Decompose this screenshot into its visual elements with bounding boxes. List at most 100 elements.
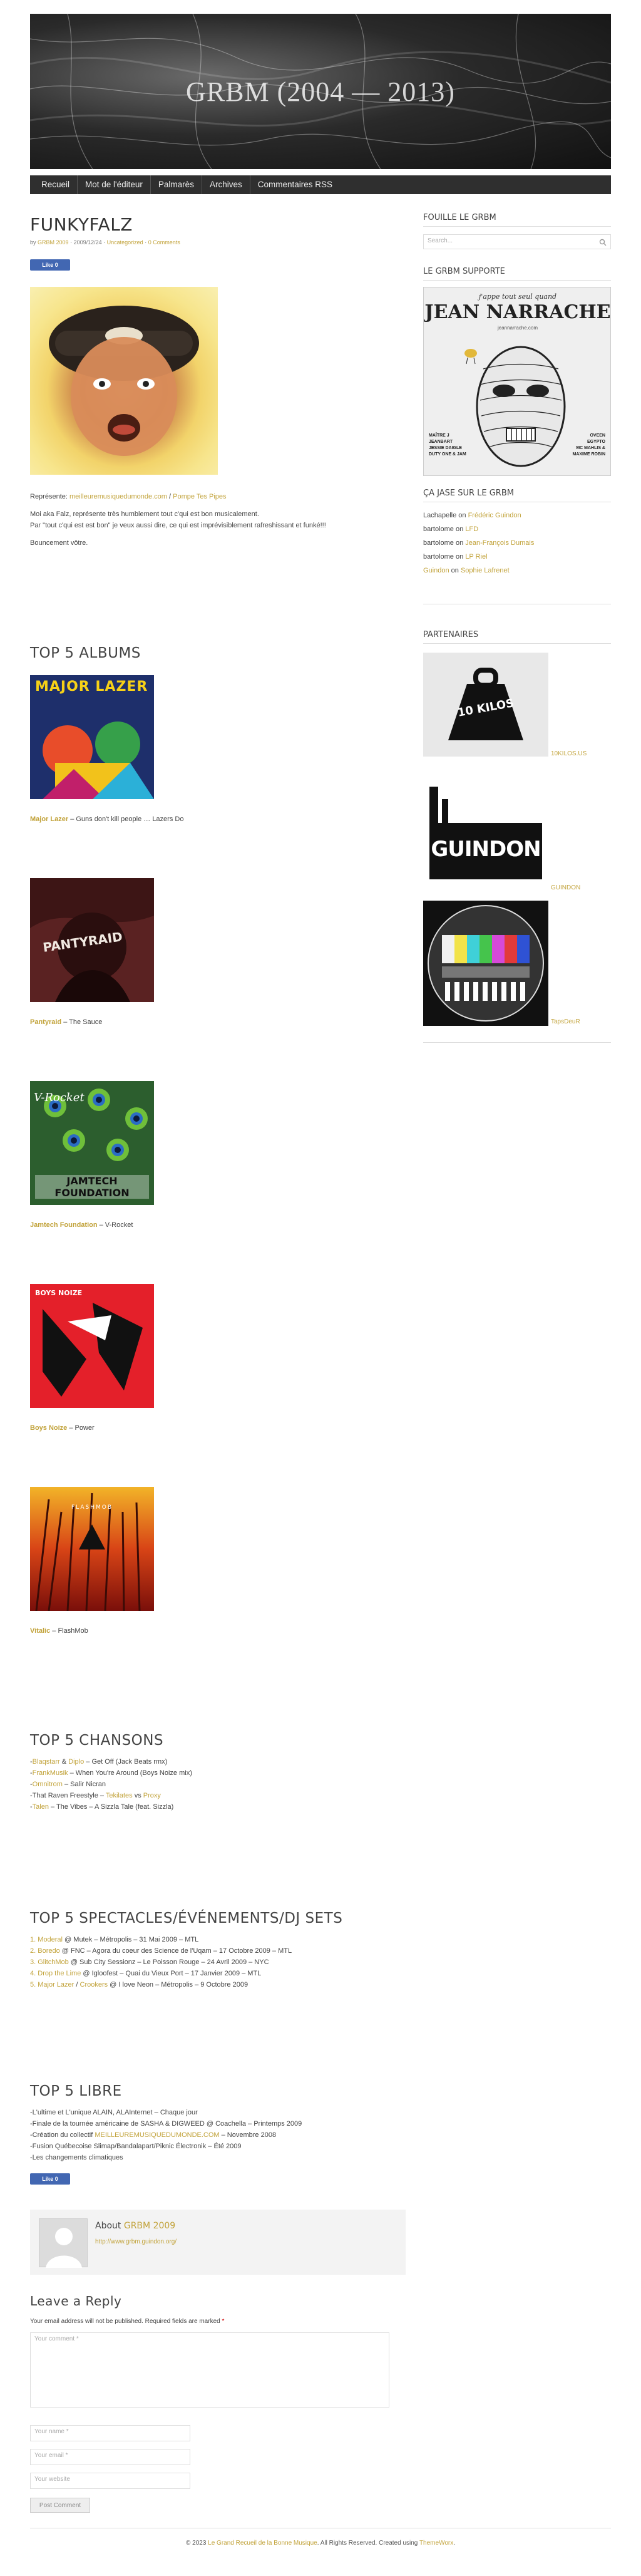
song-artist-link[interactable]: Proxy [143, 1792, 161, 1799]
show-artist-link[interactable]: Moderal [38, 1936, 63, 1943]
nav-item-commentaires-rss[interactable]: Commentaires RSS [250, 175, 340, 194]
libre-item-1: -L'ultime et L'unique ALAIN, ALAInternet… [30, 2109, 198, 2116]
show-artist-link[interactable]: Crookers [80, 1981, 108, 1989]
search-placeholder: Search... [428, 237, 453, 244]
song-item-3: -Omnitrom – Salir Nicran [30, 1781, 106, 1788]
boys-noize-cover-text: BOYS NOIZE [35, 1289, 83, 1297]
album-artist-link-2[interactable]: Pantyraid [30, 1018, 61, 1026]
poster-artists-right: OVEEN EGYPTO MC MAHLIS & MAXIME ROBIN [572, 433, 606, 457]
default-avatar-icon [46, 2228, 82, 2268]
partner-link-guindon[interactable]: GUINDON [551, 884, 580, 891]
comment-post-link[interactable]: Frédéric Guindon [468, 512, 521, 519]
partner-link-10kilos[interactable]: 10KILOS.US [551, 750, 587, 757]
album-cover-jamtech[interactable]: V-Rocket JAMTECH FOUNDATION [30, 1081, 154, 1205]
comment-textarea[interactable]: Your comment * [30, 2332, 389, 2408]
facebook-like-button-bottom[interactable]: Like 0 [30, 2173, 70, 2185]
main-navigation: Recueil Mot de l'éditeur Palmarès Archiv… [30, 175, 611, 194]
song-artist-link[interactable]: Tekilates [106, 1792, 133, 1799]
name-input[interactable]: Your name * [30, 2425, 190, 2441]
top-shows-heading: TOP 5 SPECTACLES/ÉVÉNEMENTS/DJ SETS [30, 1910, 343, 1927]
nav-item-mot-editeur[interactable]: Mot de l'éditeur [78, 175, 151, 194]
album-cover-major-lazer[interactable]: MAJOR LAZER [30, 675, 154, 799]
link-meilleuremusique[interactable]: meilleuremusiquedumonde.com [69, 493, 167, 500]
album-artist-link-5[interactable]: Vitalic [30, 1627, 50, 1635]
header-banner[interactable]: GRBM (2004 — 2013) [30, 14, 611, 169]
guindon-logo-text: GUINDON [431, 837, 541, 862]
post-meta: by GRBM 2009 · 2009/12/24 · Uncategorize… [30, 239, 180, 246]
nav-item-palmares[interactable]: Palmarès [151, 175, 202, 194]
show-artist-link[interactable]: Drop the Lime [38, 1970, 81, 1977]
author-heading: About GRBM 2009 [95, 2221, 175, 2231]
search-icon[interactable] [599, 239, 607, 246]
libre-item-4: -Fusion Québecoise Slimap/Bandalapart/Pi… [30, 2143, 242, 2150]
post-photo [30, 287, 218, 475]
top-albums-heading: TOP 5 ALBUMS [30, 645, 141, 661]
meta-by: by [30, 239, 36, 246]
author-url-link[interactable]: http://www.grbm.guindon.org/ [95, 2238, 177, 2245]
footer-theme-link[interactable]: ThemeWorx [419, 2540, 453, 2547]
song-item-2: -FrankMusik – When You're Around (Boys N… [30, 1769, 192, 1777]
album-caption-3: Jamtech Foundation – V-Rocket [30, 1221, 133, 1229]
flashmob-cover-text: FLASHMOB [71, 1504, 113, 1511]
show-artist-link[interactable]: Major Lazer [38, 1981, 74, 1989]
show-artist-link[interactable]: Boredo [38, 1947, 59, 1955]
partner-logo-guindon[interactable]: GUINDON [423, 774, 548, 883]
reply-note: Your email address will not be published… [30, 2316, 224, 2327]
meta-category-link[interactable]: Uncategorized [107, 239, 143, 246]
meta-comments-link[interactable]: 0 Comments [148, 239, 180, 246]
facebook-like-button[interactable]: Like 0 [30, 259, 70, 271]
like-label: Like 0 [42, 2176, 58, 2182]
post-title[interactable]: FUNKYFALZ [30, 214, 133, 235]
libre-link-meilleuremusique[interactable]: MEILLEUREMUSIQUEDUMONDE.COM [95, 2131, 219, 2139]
nav-item-recueil[interactable]: Recueil [34, 175, 78, 194]
libre-item-5: -Les changements climatiques [30, 2154, 123, 2161]
song-artist-link[interactable]: Blaqstarr [33, 1758, 60, 1766]
partner-logo-tapsdeur[interactable] [423, 901, 548, 1026]
like-label: Like 0 [42, 262, 58, 268]
album-cover-pantyraid[interactable]: PANTYRAID [30, 878, 154, 1002]
represente-line: Représente: meilleuremusiquedumonde.com … [30, 491, 227, 502]
partner-link-tapsdeur[interactable]: TapsDeuR [551, 1018, 580, 1025]
show-artist-link[interactable]: GlitchMob [38, 1958, 69, 1966]
partner-logo-10kilos[interactable]: 10 KILOS [423, 653, 548, 757]
comment-author-link[interactable]: Guindon [423, 567, 449, 574]
footer-site-link[interactable]: Le Grand Recueil de la Bonne Musique [208, 2540, 317, 2547]
link-pompe-tes-pipes[interactable]: Pompe Tes Pipes [173, 493, 226, 500]
song-item-4: -That Raven Freestyle – Tekilates vs Pro… [30, 1792, 161, 1799]
recent-comment-3: bartolome on Jean-François Dumais [423, 539, 535, 547]
sidebar-supporte-title: LE GRBM SUPPORTE [423, 267, 611, 281]
site-title[interactable]: GRBM (2004 — 2013) [30, 14, 611, 169]
comment-post-link[interactable]: Sophie Lafrenet [461, 567, 510, 574]
album-cover-boys-noize[interactable]: BOYS NOIZE [30, 1284, 154, 1408]
song-artist-link[interactable]: Omnitrom [33, 1781, 63, 1788]
song-artist-link[interactable]: FrankMusik [33, 1769, 68, 1777]
v-rocket-cover-text: V-Rocket [34, 1091, 85, 1104]
website-input[interactable]: Your website [30, 2473, 190, 2489]
post-comment-button[interactable]: Post Comment [30, 2498, 90, 2513]
album-title-1: – Guns don't kill people … Lazers Do [68, 815, 184, 823]
comment-post-link[interactable]: LFD [465, 525, 478, 533]
search-input[interactable]: Search... [423, 234, 611, 249]
nav-item-archives[interactable]: Archives [202, 175, 250, 194]
song-artist-link[interactable]: Talen [33, 1803, 49, 1811]
comment-post-link[interactable]: Jean-François Dumais [465, 539, 534, 547]
sidebar-divider [423, 1042, 611, 1043]
author-name-link[interactable]: GRBM 2009 [124, 2221, 175, 2231]
test-pattern-icon [428, 905, 544, 1022]
show-item-4: 4. Drop the Lime @ Igloofest – Quai du V… [30, 1970, 262, 1977]
album-cover-vitalic[interactable]: FLASHMOB [30, 1487, 154, 1611]
libre-item-2: -Finale de la tournée américaine de SASH… [30, 2120, 302, 2128]
meta-author-link[interactable]: GRBM 2009 [38, 239, 69, 246]
album-artist-link-1[interactable]: Major Lazer [30, 815, 68, 823]
album-artist-link-4[interactable]: Boys Noize [30, 1424, 67, 1432]
jean-narrache-poster[interactable]: j'appe tout seul quand JEAN NARRACHE jea… [423, 287, 611, 476]
album-artist-link-3[interactable]: Jamtech Foundation [30, 1221, 98, 1229]
show-item-5: 5. Major Lazer / Crookers @ I love Neon … [30, 1981, 249, 1989]
major-lazer-cover-text: MAJOR LAZER [35, 679, 148, 695]
factory-building-icon [429, 787, 542, 879]
recent-comment-5: Guindon on Sophie Lafrenet [423, 567, 510, 574]
email-input[interactable]: Your email * [30, 2449, 190, 2465]
song-artist-link[interactable]: Diplo [68, 1758, 84, 1766]
comment-post-link[interactable]: LP Riel [465, 553, 487, 561]
album-title-3: – V-Rocket [97, 1221, 133, 1229]
